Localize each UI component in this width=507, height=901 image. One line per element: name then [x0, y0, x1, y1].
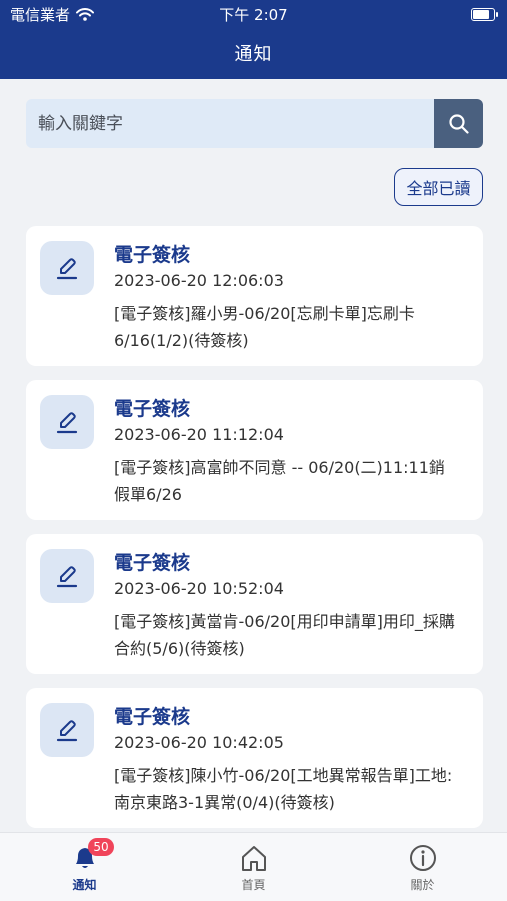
- notification-list: 電子簽核 2023-06-20 12:06:03 [電子簽核]羅小男-06/20…: [26, 226, 483, 842]
- edit-pen-icon: [40, 549, 94, 603]
- battery-level: [473, 10, 490, 19]
- tab-bar: 50 通知 首頁 關於: [0, 832, 507, 901]
- search-button[interactable]: [434, 99, 483, 148]
- notification-title: 電子簽核: [114, 244, 191, 266]
- tab-home[interactable]: 首頁: [169, 833, 338, 901]
- tab-notifications[interactable]: 50 通知: [0, 833, 169, 901]
- mark-all-read-button[interactable]: 全部已讀: [394, 168, 483, 206]
- info-icon: [408, 843, 438, 873]
- tab-label: 首頁: [241, 878, 266, 892]
- notification-card[interactable]: 電子簽核 2023-06-20 10:42:05 [電子簽核]陳小竹-06/20…: [26, 688, 483, 828]
- top-bar: 電信業者 下午 2:07 通知: [0, 0, 507, 79]
- notification-time: 2023-06-20 12:06:03: [114, 271, 284, 290]
- notification-card[interactable]: 電子簽核 2023-06-20 12:06:03 [電子簽核]羅小男-06/20…: [26, 226, 483, 366]
- battery-icon: [471, 8, 498, 21]
- notification-title: 電子簽核: [114, 706, 191, 728]
- status-bar: 電信業者 下午 2:07: [0, 0, 507, 28]
- notification-title: 電子簽核: [114, 552, 191, 574]
- notification-message: [電子簽核]陳小竹-06/20[工地異常報告單]工地:南京東路3-1異常(0/4…: [114, 766, 453, 812]
- status-time: 下午 2:07: [219, 6, 288, 24]
- home-icon: [239, 843, 269, 873]
- notification-time: 2023-06-20 10:52:04: [114, 579, 284, 598]
- edit-pen-icon: [40, 395, 94, 449]
- tab-label: 通知: [72, 878, 97, 892]
- search-input[interactable]: [26, 99, 434, 148]
- notification-time: 2023-06-20 11:12:04: [114, 425, 284, 444]
- notification-count-badge: 50: [88, 838, 114, 856]
- notification-message: [電子簽核]羅小男-06/20[忘刷卡單]忘刷卡6/16(1/2)(待簽核): [114, 304, 415, 350]
- notification-card[interactable]: 電子簽核 2023-06-20 10:52:04 [電子簽核]黃當肯-06/20…: [26, 534, 483, 674]
- edit-pen-icon: [40, 241, 94, 295]
- search-icon: [448, 113, 469, 134]
- search-bar: [26, 99, 483, 148]
- tab-label: 關於: [410, 878, 435, 892]
- notification-time: 2023-06-20 10:42:05: [114, 733, 284, 752]
- notification-card[interactable]: 電子簽核 2023-06-20 11:12:04 [電子簽核]高富帥不同意 --…: [26, 380, 483, 520]
- notification-title: 電子簽核: [114, 398, 191, 420]
- notification-message: [電子簽核]黃當肯-06/20[用印申請單]用印_採購合約(5/6)(待簽核): [114, 612, 455, 658]
- edit-pen-icon: [40, 703, 94, 757]
- tab-about[interactable]: 關於: [338, 833, 507, 901]
- notification-message: [電子簽核]高富帥不同意 -- 06/20(二)11:11銷假單6/26: [114, 458, 445, 504]
- page-title: 通知: [234, 44, 273, 65]
